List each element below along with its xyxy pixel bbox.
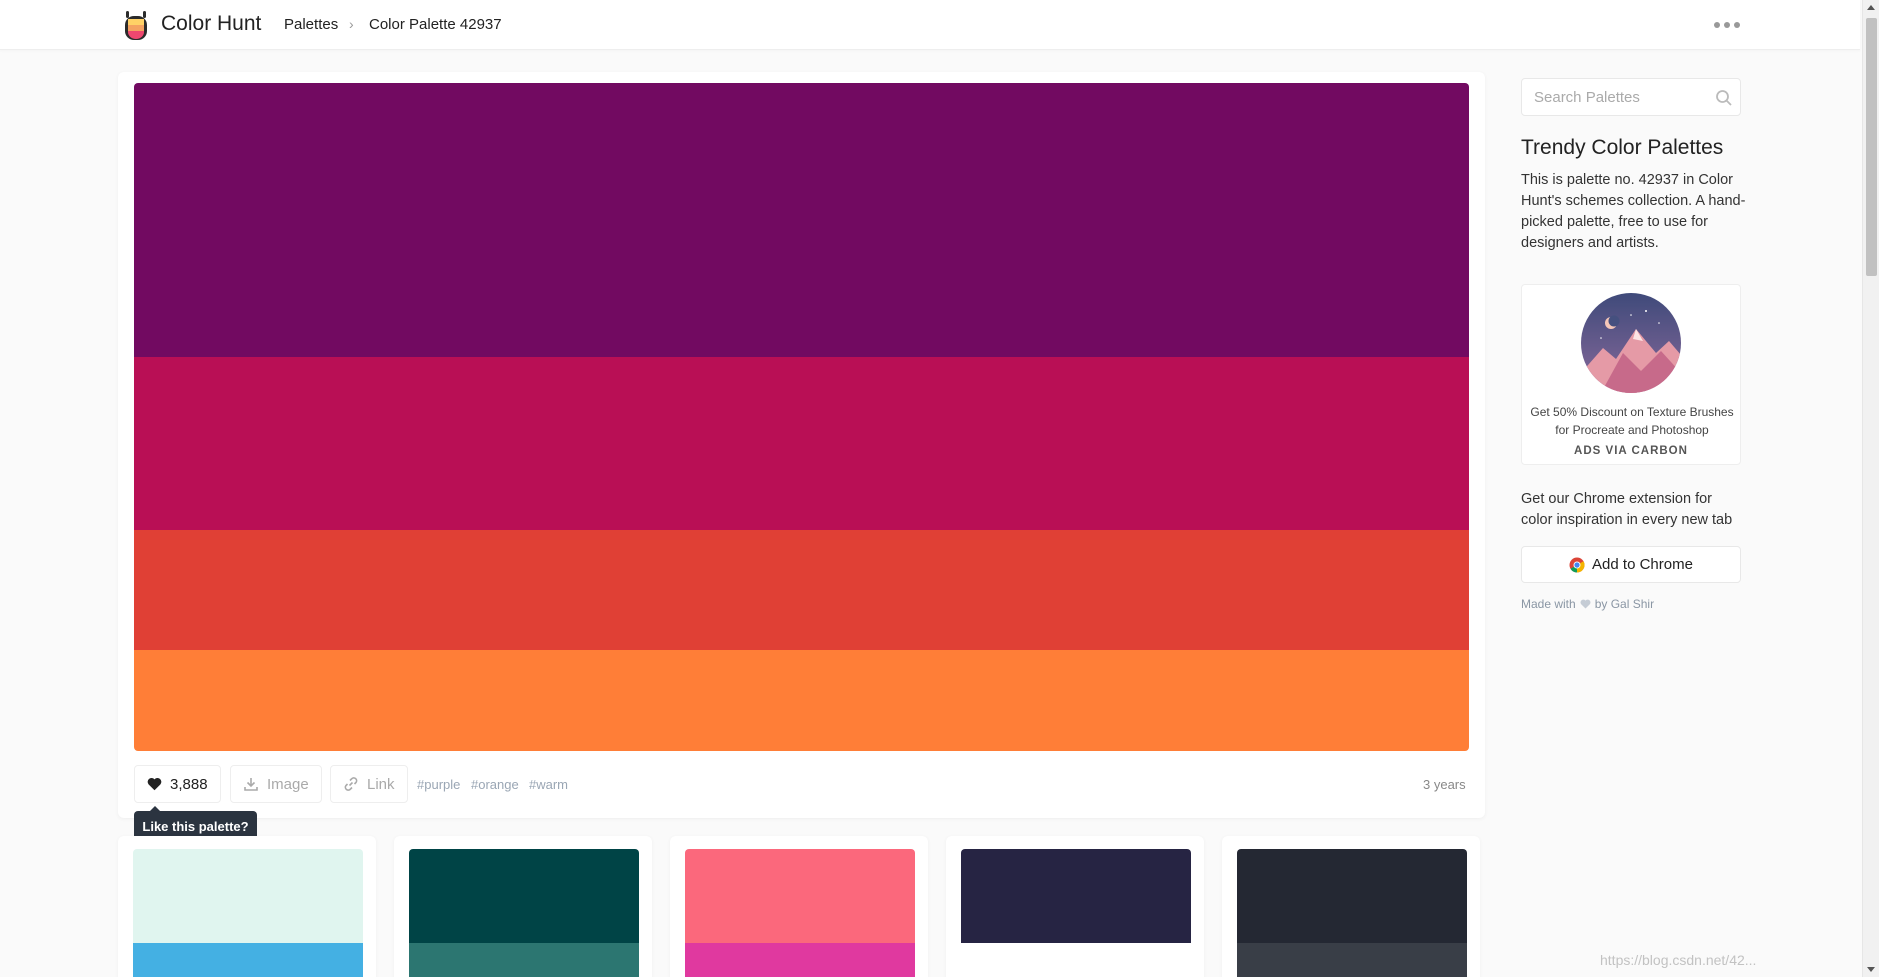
ad-card: Get 50% Discount on Texture Brushes for …: [1521, 284, 1741, 465]
page-scrollbar[interactable]: [1862, 0, 1879, 977]
related-palette-card: [394, 836, 652, 977]
palette-age: 3 years: [1423, 777, 1466, 792]
tag-warm[interactable]: #warm: [529, 777, 568, 792]
tag-orange[interactable]: #orange: [471, 777, 519, 792]
swatch-1[interactable]: [134, 83, 1469, 357]
download-image-button[interactable]: Image: [230, 765, 322, 803]
extension-text: Get our Chrome extension for color inspi…: [1521, 491, 1733, 528]
search-box: [1521, 78, 1741, 116]
related-swatch: [961, 849, 1191, 943]
more-dots-icon[interactable]: [1714, 20, 1740, 30]
heart-icon: [147, 777, 162, 791]
color-hunt-logo-icon[interactable]: [122, 11, 150, 41]
related-palette-2[interactable]: [409, 849, 639, 977]
sidebar-title: Trendy Color Palettes: [1521, 136, 1724, 159]
palette-card: 3,888 Image Link #purple #orange #warm 3…: [118, 72, 1485, 818]
swatch-2[interactable]: [134, 357, 1469, 530]
related-swatch: [1237, 849, 1467, 943]
related-palette-3[interactable]: [685, 849, 915, 977]
brand-name[interactable]: Color Hunt: [161, 12, 261, 36]
swatch-4[interactable]: [134, 650, 1469, 751]
made-with-label: Made with: [1521, 597, 1576, 611]
scroll-down-arrow-icon[interactable]: [1867, 967, 1875, 972]
add-to-chrome-button[interactable]: Add to Chrome: [1521, 546, 1741, 583]
chrome-icon: [1569, 557, 1585, 573]
sidebar-description: This is palette no. 42937 in Color Hunt'…: [1521, 172, 1746, 251]
related-palette-5[interactable]: [1237, 849, 1467, 977]
ad-text[interactable]: Get 50% Discount on Texture Brushes for …: [1528, 403, 1736, 439]
swatch-3[interactable]: [134, 530, 1469, 650]
like-button[interactable]: 3,888: [134, 765, 221, 803]
heart-icon: [1580, 599, 1591, 609]
related-palette-card: [670, 836, 928, 977]
breadcrumb-current: Color Palette 42937: [369, 16, 502, 33]
breadcrumb-separator: ›: [349, 16, 354, 32]
made-with-footer: Made with by Gal Shir: [1521, 597, 1654, 611]
add-to-chrome-label: Add to Chrome: [1592, 556, 1693, 573]
palette-swatches: [134, 83, 1469, 751]
author-link[interactable]: by Gal Shir: [1595, 597, 1654, 611]
related-swatch: [1237, 943, 1467, 977]
breadcrumb-palettes[interactable]: Palettes: [284, 16, 338, 33]
related-swatch: [133, 849, 363, 943]
top-bar: Color Hunt Palettes › Color Palette 4293…: [0, 0, 1860, 50]
related-palette-card: [1222, 836, 1480, 977]
image-label: Image: [267, 775, 309, 793]
related-palette-1[interactable]: [133, 849, 363, 977]
related-palette-card: [946, 836, 1204, 977]
link-label: Link: [367, 775, 395, 793]
related-swatch: [133, 943, 363, 977]
scrollbar-thumb[interactable]: [1866, 18, 1877, 276]
watermark: https://blog.csdn.net/42...: [1600, 952, 1757, 968]
link-icon: [344, 777, 358, 791]
related-swatch: [685, 943, 915, 977]
related-swatch: [961, 943, 1191, 977]
search-input[interactable]: [1522, 79, 1708, 115]
like-count: 3,888: [170, 775, 208, 793]
related-swatch: [685, 849, 915, 943]
ad-image[interactable]: [1581, 293, 1681, 393]
related-palette-4[interactable]: [961, 849, 1191, 977]
ads-via-carbon-link[interactable]: ADS VIA CARBON: [1522, 445, 1740, 457]
copy-link-button[interactable]: Link: [330, 765, 408, 803]
related-swatch: [409, 849, 639, 943]
tag-purple[interactable]: #purple: [417, 777, 460, 792]
download-icon: [244, 778, 258, 791]
scroll-up-arrow-icon[interactable]: [1867, 5, 1875, 10]
related-palette-card: [118, 836, 376, 977]
search-icon[interactable]: [1715, 89, 1733, 107]
related-swatch: [409, 943, 639, 977]
